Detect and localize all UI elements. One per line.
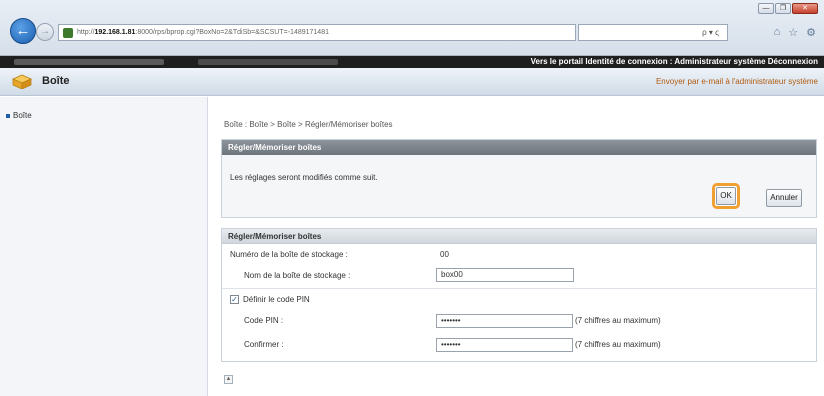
url-host: 192.168.1.81 <box>94 29 136 36</box>
top-strip: Vers le portail Identité de connexion : … <box>0 56 824 68</box>
confirm-pin-hint: (7 chiffres au maximum) <box>575 340 661 349</box>
settings-panel: Régler/Mémoriser boîtes Numéro de la boî… <box>221 228 818 362</box>
product-name-blurred <box>14 59 164 65</box>
address-tools[interactable]: ρ ▾ ς <box>578 24 728 41</box>
divider <box>222 288 818 289</box>
minimize-button[interactable]: — <box>758 3 774 14</box>
pin-field[interactable]: ••••••• <box>436 314 573 328</box>
ok-button-highlight: OK <box>712 183 740 209</box>
confirm-message: Les réglages seront modifiés comme suit. <box>230 173 378 182</box>
pin-checkbox[interactable]: ✓ <box>230 295 239 304</box>
forward-button[interactable]: → <box>36 23 54 41</box>
settings-panel-title: Régler/Mémoriser boîtes <box>222 229 816 244</box>
url-prefix: http:// <box>77 29 95 36</box>
gear-icon[interactable]: ⚙ <box>806 26 816 39</box>
maximize-button[interactable]: ❐ <box>775 3 791 14</box>
pin-hint: (7 chiffres au maximum) <box>575 316 661 325</box>
url-path: :8000/rps/bprop.cgi?BoxNo=2&TdiSb=&SCSUT… <box>135 29 329 36</box>
pin-label: Code PIN : <box>244 316 284 325</box>
box-name-field[interactable]: box00 <box>436 268 574 282</box>
address-bar[interactable]: http://192.168.1.81:8000/rps/bprop.cgi?B… <box>58 24 576 41</box>
box-icon <box>12 74 32 89</box>
browser-chrome: — ❐ ✕ ← → http://192.168.1.81:8000/rps/b… <box>0 0 824 56</box>
app-header: Boîte Envoyer par e-mail à l'administrat… <box>0 68 824 96</box>
box-number-value: 00 <box>440 250 449 259</box>
page-title: Boîte <box>42 75 70 87</box>
window-controls: — ❐ ✕ <box>758 3 818 14</box>
ok-button[interactable]: OK <box>716 187 736 205</box>
bullet-icon <box>6 113 10 118</box>
home-icon[interactable]: ⌂ <box>774 26 781 39</box>
close-window-button[interactable]: ✕ <box>792 3 818 14</box>
sidebar-item-label: Boîte <box>13 111 32 120</box>
email-admin-link[interactable]: Envoyer par e-mail à l'administrateur sy… <box>656 77 818 86</box>
cancel-button[interactable]: Annuler <box>766 189 802 207</box>
confirm-pin-label: Confirmer : <box>244 340 284 349</box>
sidebar-item-box[interactable]: Boîte <box>6 111 32 120</box>
portal-links[interactable]: Vers le portail Identité de connexion : … <box>531 56 818 68</box>
pin-checkbox-label: Définir le code PIN <box>243 295 310 304</box>
favorites-icon[interactable]: ☆ <box>788 26 798 39</box>
box-name-label: Nom de la boîte de stockage : <box>244 271 351 280</box>
site-icon <box>63 28 73 38</box>
browser-toolbar: ⌂ ☆ ⚙ <box>774 26 816 39</box>
sidebar: Boîte <box>0 97 208 396</box>
confirm-panel: Régler/Mémoriser boîtes Les réglages ser… <box>221 139 817 218</box>
confirm-pin-field[interactable]: ••••••• <box>436 338 573 352</box>
confirm-panel-title: Régler/Mémoriser boîtes <box>222 140 816 155</box>
box-number-label: Numéro de la boîte de stockage : <box>230 250 348 259</box>
breadcrumb: Boîte : Boîte > Boîte > Régler/Mémoriser… <box>224 120 393 129</box>
device-name-blurred <box>198 59 338 65</box>
back-button[interactable]: ← <box>10 18 36 44</box>
scroll-top-icon[interactable]: ▲ <box>224 375 233 384</box>
